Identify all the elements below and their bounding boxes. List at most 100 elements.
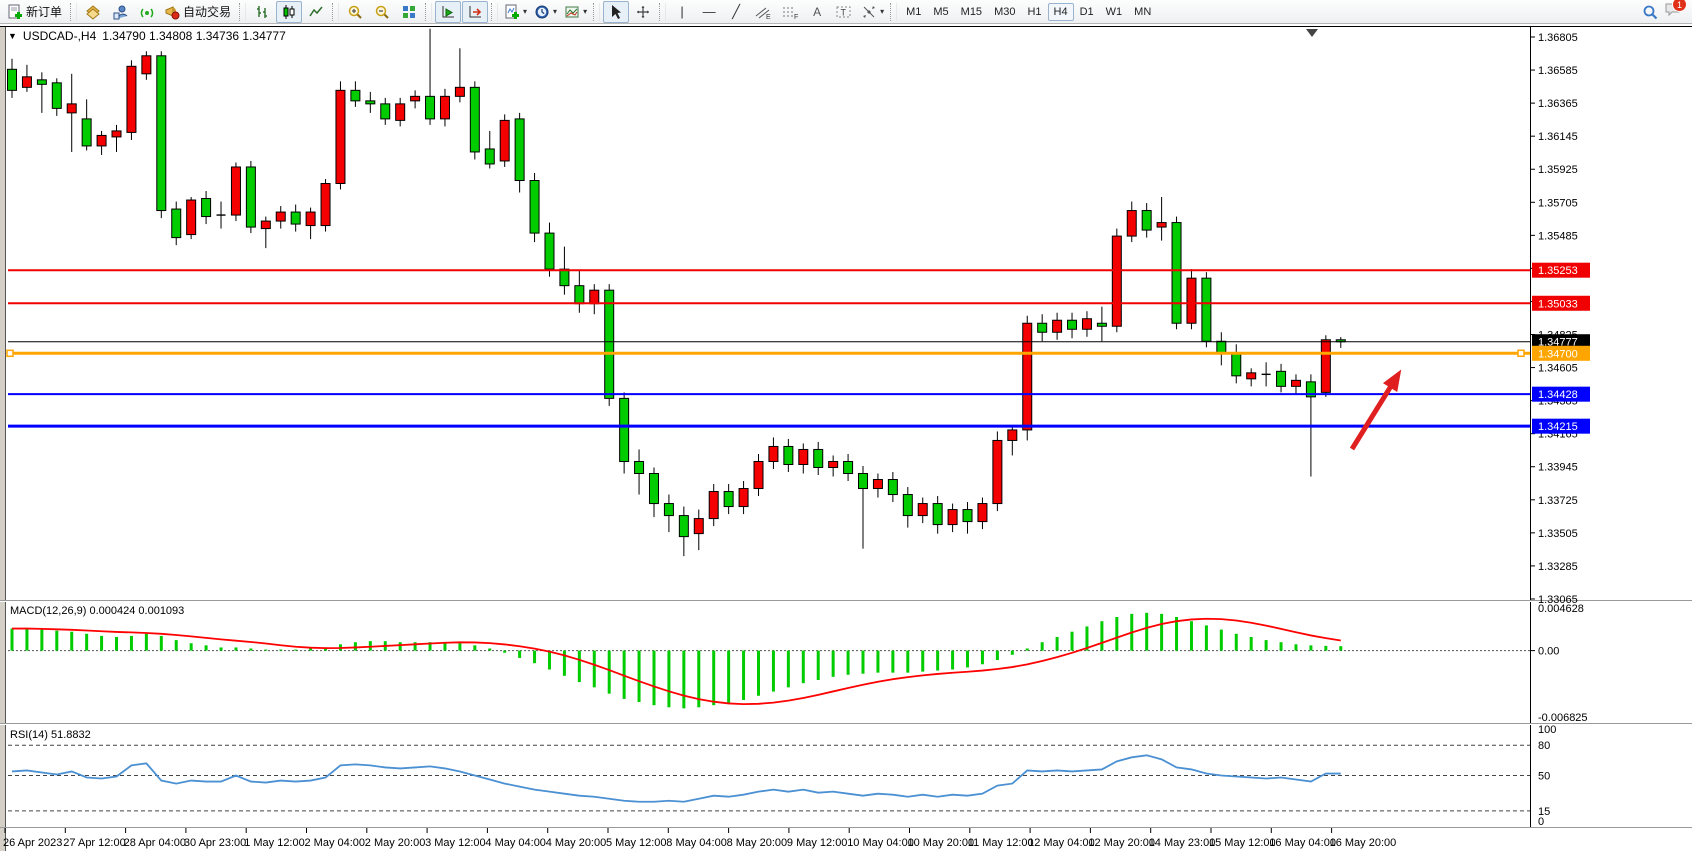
dropdown-caret-icon: ▾ (553, 8, 557, 16)
candle-body (470, 87, 479, 152)
candlestick-button[interactable] (276, 1, 302, 23)
time-label: 4 May 20:00 (546, 837, 607, 849)
timeframe-H4[interactable]: H4 (1048, 3, 1074, 21)
candle-body (709, 492, 718, 519)
time-label: 11 May 12:00 (968, 837, 1034, 849)
market-watch-button[interactable] (80, 1, 106, 23)
notification-badge: 1 (1672, 0, 1687, 12)
time-label: 12 May 20:00 (1088, 837, 1155, 849)
arrows-tool[interactable]: ▾ (858, 1, 887, 23)
rsi-axis-label: 100 (1538, 724, 1556, 736)
time-label: 16 May 04:00 (1269, 837, 1336, 849)
periods-button[interactable]: ▾ (531, 1, 560, 23)
price-tick-label: 1.33725 (1538, 495, 1578, 507)
chart-background (0, 24, 1692, 856)
support-1-price-tag-label: 1.34428 (1538, 389, 1578, 401)
timeframe-M5[interactable]: M5 (927, 3, 954, 21)
line-chart-button[interactable] (303, 1, 329, 23)
chart-menu-triangle-icon[interactable]: ▼ (8, 31, 17, 41)
price-tick-label: 1.36585 (1538, 65, 1578, 77)
signals-button[interactable] (134, 1, 160, 23)
ohlc-bars-button[interactable] (249, 1, 275, 23)
candle-body (276, 212, 285, 221)
price-tick-label: 1.36805 (1538, 32, 1578, 44)
time-label: 16 May 20:00 (1330, 837, 1397, 849)
time-label: 14 May 23:00 (1149, 837, 1216, 849)
chart-shift-button[interactable] (462, 1, 488, 23)
data-window-button[interactable] (107, 1, 133, 23)
candle-body (873, 480, 882, 489)
candle-body (649, 474, 658, 504)
separator (593, 3, 600, 21)
time-label: 2 May 20:00 (365, 837, 426, 849)
candle-body (694, 519, 703, 534)
chart-canvas[interactable]: 1.368051.365851.363651.361451.359251.357… (0, 24, 1692, 856)
timeframe-M1[interactable]: M1 (900, 3, 927, 21)
text-tool[interactable]: A (804, 1, 830, 23)
candle-body (67, 104, 76, 113)
autotrade-button[interactable]: 自动交易 (161, 1, 236, 23)
zoom-in-icon (347, 4, 363, 20)
candle-body (426, 96, 435, 119)
orange-level-handle[interactable] (7, 350, 13, 356)
new-order-icon (7, 4, 23, 20)
window-left-edge (0, 27, 5, 851)
text-label-tool[interactable]: T (831, 1, 857, 23)
candle-body (664, 504, 673, 516)
candle-body (1038, 323, 1047, 332)
timeframe-D1[interactable]: D1 (1074, 3, 1100, 21)
orange-level-price-tag-label: 1.34700 (1538, 348, 1578, 360)
fibonacci-icon: F (781, 4, 799, 20)
time-label: 27 Apr 12:00 (63, 837, 125, 849)
price-tick-label: 1.35705 (1538, 197, 1578, 209)
zoom-in-button[interactable] (342, 1, 368, 23)
templates-button[interactable]: ▾ (561, 1, 590, 23)
search-icon[interactable] (1642, 4, 1658, 20)
auto-scroll-button[interactable] (435, 1, 461, 23)
zoom-out-button[interactable] (369, 1, 395, 23)
cursor-button[interactable] (603, 1, 629, 23)
svg-text:E: E (766, 14, 771, 20)
candle-body (246, 167, 255, 227)
time-label: 9 May 12:00 (787, 837, 848, 849)
candlestick-icon (281, 4, 297, 20)
candle-body (784, 446, 793, 464)
trendline-tool[interactable]: ╱ (723, 1, 749, 23)
separator (239, 3, 246, 21)
timeframe-M30[interactable]: M30 (988, 3, 1021, 21)
new-order-button[interactable]: 新订单 (4, 1, 67, 23)
equidistant-channel-tool[interactable]: E (750, 1, 776, 23)
notifications-button[interactable]: 1 (1664, 1, 1682, 22)
candle-body (440, 96, 449, 119)
rsi-axis-label: 80 (1538, 740, 1550, 752)
market-watch-icon (85, 4, 101, 20)
timeframe-W1[interactable]: W1 (1100, 3, 1129, 21)
macd-axis-min: -0.006825 (1538, 712, 1588, 724)
price-tick-label: 1.33945 (1538, 462, 1578, 474)
macd-axis-zero: 0.00 (1538, 646, 1559, 658)
crosshair-button[interactable] (630, 1, 656, 23)
price-tick-label: 1.36145 (1538, 131, 1578, 143)
time-label: 4 May 04:00 (485, 837, 546, 849)
candle-body (231, 167, 240, 215)
dropdown-caret-icon: ▾ (523, 8, 527, 16)
horizontal-line-tool[interactable]: — (696, 1, 722, 23)
orange-level-handle[interactable] (1518, 350, 1524, 356)
timeframe-H1[interactable]: H1 (1021, 3, 1047, 21)
candle-body (590, 290, 599, 304)
timeframe-M15[interactable]: M15 (955, 3, 988, 21)
candle-body (172, 209, 181, 238)
candle-body (1277, 371, 1286, 386)
candle-body (1291, 380, 1300, 386)
price-tick-label: 1.35925 (1538, 164, 1578, 176)
auto-scroll-icon (440, 4, 456, 20)
tile-windows-button[interactable] (396, 1, 422, 23)
vertical-line-tool[interactable]: | (669, 1, 695, 23)
time-label: 28 Apr 04:00 (124, 837, 186, 849)
indicators-button[interactable]: ▾ (501, 1, 530, 23)
fibonacci-tool[interactable]: F (777, 1, 803, 23)
separator (890, 3, 897, 21)
candle-body (844, 461, 853, 473)
resistance-1-price-tag-label: 1.35253 (1538, 265, 1578, 277)
timeframe-MN[interactable]: MN (1128, 3, 1157, 21)
